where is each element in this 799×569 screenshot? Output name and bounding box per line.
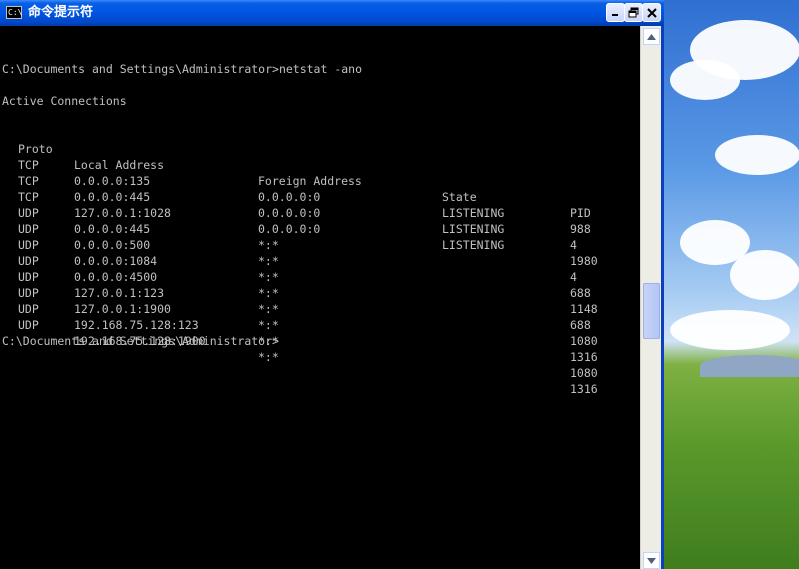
table-row: UDP 127.0.0.1:1900 *:* 1316 <box>2 269 598 364</box>
cell-local: 127.0.0.1:1028 <box>74 206 171 220</box>
cloud <box>715 135 799 175</box>
restore-icon <box>628 7 639 18</box>
cell-foreign: *:* <box>258 254 279 268</box>
cell-pid: 1148 <box>570 302 598 316</box>
cell-local: 0.0.0.0:1084 <box>74 254 158 268</box>
table-row: UDP 0.0.0.0:4500 *:* 688 <box>2 237 591 332</box>
header-state: State <box>442 190 477 204</box>
table-row: UDP 192.168.75.128:1900 *:* 1316 <box>2 301 598 396</box>
cell-pid: 1080 <box>570 334 598 348</box>
close-button[interactable] <box>642 3 661 22</box>
cell-foreign: 0.0.0.0:0 <box>258 190 321 204</box>
arrow-down-icon <box>647 557 656 564</box>
window-border <box>661 26 664 569</box>
cell-local: 192.168.75.128:123 <box>74 318 199 332</box>
maximize-button[interactable] <box>624 3 643 22</box>
table-row: UDP 192.168.75.128:123 *:* 1080 <box>2 285 598 380</box>
table-row: TCP 0.0.0.0:135 0.0.0.0:0 LISTENING 988 <box>2 141 591 236</box>
command-line: C:\Documents and Settings\Administrator>… <box>2 62 363 76</box>
table-row: UDP 0.0.0.0:500 *:* 688 <box>2 205 591 300</box>
table-row: TCP 127.0.0.1:1028 0.0.0.0:0 LISTENING 1… <box>2 173 598 268</box>
cell-pid: 4 <box>570 238 577 252</box>
cloud <box>730 250 799 300</box>
command-prompt[interactable]: C:\Documents and Settings\Administrator> <box>2 333 279 349</box>
header-local-address: Local Address <box>74 158 165 172</box>
cell-foreign: *:* <box>258 286 279 300</box>
cell-state: LISTENING <box>442 238 505 252</box>
cell-foreign: 0.0.0.0:0 <box>258 222 321 236</box>
vertical-scrollbar[interactable] <box>640 26 661 569</box>
cell-local: 0.0.0.0:135 <box>74 174 151 188</box>
console-app-icon[interactable]: C:\ <box>6 6 22 19</box>
title-bar[interactable]: C:\ 命令提示符 <box>0 0 664 26</box>
cell-state: LISTENING <box>442 222 505 236</box>
scroll-down-button[interactable] <box>643 552 660 569</box>
distant-hill <box>700 355 799 377</box>
cell-pid: 688 <box>570 318 591 332</box>
cell-local: 0.0.0.0:445 <box>74 190 151 204</box>
cell-foreign: *:* <box>258 350 279 364</box>
close-icon <box>646 7 657 18</box>
header-foreign-address: Foreign Address <box>258 174 362 188</box>
table-row: UDP 127.0.0.1:123 *:* 1080 <box>2 253 598 348</box>
cell-state: LISTENING <box>442 206 505 220</box>
cell-local: 0.0.0.0:4500 <box>74 270 158 284</box>
minimize-icon <box>612 14 618 16</box>
window-title: 命令提示符 <box>28 5 94 20</box>
cell-pid: 1316 <box>570 382 598 396</box>
cell-foreign: *:* <box>258 318 279 332</box>
cell-pid: 4 <box>570 270 577 284</box>
cell-foreign: 0.0.0.0:0 <box>258 206 321 220</box>
section-heading: Active Connections <box>2 94 127 108</box>
cell-foreign: *:* <box>258 302 279 316</box>
cell-local: 127.0.0.1:123 <box>74 286 165 300</box>
table-row: UDP 0.0.0.0:1084 *:* 1148 <box>2 221 598 316</box>
cell-pid: 1316 <box>570 350 598 364</box>
cell-local: 0.0.0.0:445 <box>74 222 151 236</box>
cell-pid: 688 <box>570 286 591 300</box>
cell-pid: 988 <box>570 222 591 236</box>
table-row: UDP 0.0.0.0:445 *:* 4 <box>2 189 577 284</box>
console-output[interactable]: C:\Documents and Settings\Administrator>… <box>0 26 640 569</box>
cell-foreign: *:* <box>258 270 279 284</box>
header-pid: PID <box>570 206 591 220</box>
table-row: TCP 0.0.0.0:445 0.0.0.0:0 LISTENING 4 <box>2 157 577 252</box>
scroll-thumb[interactable] <box>643 283 660 339</box>
cloud <box>670 60 740 100</box>
cloud <box>670 310 790 350</box>
command-prompt-window: C:\ 命令提示符 C:\Documents and Settings\Admi… <box>0 0 664 569</box>
table-header: Proto Local Address Foreign Address Stat… <box>2 125 591 220</box>
cell-proto: UDP <box>18 318 39 332</box>
cell-local: 0.0.0.0:500 <box>74 238 151 252</box>
cell-local: 127.0.0.1:1900 <box>74 302 171 316</box>
scroll-up-button[interactable] <box>643 28 660 45</box>
cell-pid: 1980 <box>570 254 598 268</box>
minimize-button[interactable] <box>606 3 625 22</box>
cell-foreign: *:* <box>258 238 279 252</box>
cell-pid: 1080 <box>570 366 598 380</box>
arrow-up-icon <box>647 33 656 40</box>
